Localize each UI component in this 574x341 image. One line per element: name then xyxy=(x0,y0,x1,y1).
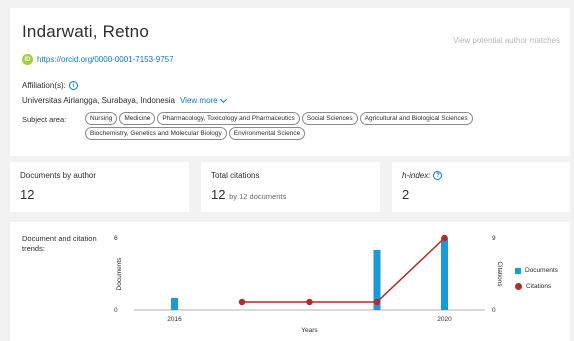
x-axis-label: Years xyxy=(301,327,318,334)
legend-item-citations[interactable]: Citations xyxy=(515,283,558,290)
citations-point xyxy=(238,298,246,306)
hindex-metric-card[interactable]: h-index: ? 2 xyxy=(392,162,570,212)
documents-bar xyxy=(171,298,178,310)
affiliation-row: Universitas Airlangga, Surabaya, Indones… xyxy=(22,95,227,105)
help-icon[interactable]: ? xyxy=(433,171,443,180)
affiliation-value: Universitas Airlangga, Surabaya, Indones… xyxy=(22,96,175,105)
author-header-card: Indarwati, Retno View potential author m… xyxy=(10,8,570,156)
citations-metric-label: Total citations xyxy=(211,171,260,180)
hindex-metric-value: 2 xyxy=(402,187,410,202)
subject-pill[interactable]: Medicine xyxy=(119,112,156,125)
citations-metric-sub: by 12 documents xyxy=(229,192,287,201)
documents-metric-label: Documents by author xyxy=(20,171,97,180)
orcid-row: iD https://orcid.org/0000-0001-7153-9757 xyxy=(22,54,174,65)
subject-pill[interactable]: Agricultural and Biological Sciences xyxy=(359,112,473,125)
y-tick-label: 6 xyxy=(114,235,118,242)
citations-point xyxy=(441,234,448,242)
citations-metric-value-row: 12 by 12 documents xyxy=(211,187,286,202)
subject-pill[interactable]: Pharmacology, Toxicology and Pharmaceuti… xyxy=(157,112,300,125)
legend-label-citations: Citations xyxy=(526,283,552,290)
x-tick-label: 2016 xyxy=(167,316,182,323)
affiliation-label-row: Affiliation(s): i xyxy=(22,81,78,90)
subject-pill[interactable]: Nursing xyxy=(85,112,118,125)
orcid-icon: iD xyxy=(22,54,33,65)
x-tick-label: 2020 xyxy=(437,316,452,323)
view-potential-matches-link[interactable]: View potential author matches xyxy=(453,36,560,45)
view-more-link[interactable]: View more xyxy=(179,95,227,105)
chart-legend: Documents Citations xyxy=(515,267,558,299)
author-name: Indarwati, Retno xyxy=(22,22,149,41)
orcid-link[interactable]: https://orcid.org/0000-0001-7153-9757 xyxy=(37,55,174,64)
citations-metric-value: 12 xyxy=(211,187,226,202)
citations-point xyxy=(373,298,381,306)
documents-metric-value: 12 xyxy=(20,187,35,202)
y2-axis-label: Citations xyxy=(496,261,503,287)
subject-pill[interactable]: Social Sciences xyxy=(301,112,358,125)
trend-chart: 6 0 9 0 Documents Citations Years 2016 2020 xyxy=(114,234,503,334)
hindex-label: h-index: xyxy=(402,171,431,180)
subject-pill[interactable]: Biochemistry, Genetics and Molecular Bio… xyxy=(85,127,227,140)
y-tick-label: 0 xyxy=(114,307,118,314)
y-axis-label: Documents xyxy=(116,257,123,291)
hindex-label-row: h-index: ? xyxy=(402,171,443,180)
trend-card: Document and citation trends: 6 0 9 0 Docume… xyxy=(10,222,570,341)
citations-metric-card[interactable]: Total citations 12 by 12 documents xyxy=(201,162,380,212)
citations-line xyxy=(242,237,446,303)
chevron-down-icon xyxy=(219,95,227,103)
legend-swatch-citations xyxy=(515,283,522,290)
documents-metric-card[interactable]: Documents by author 12 xyxy=(10,162,189,212)
subject-area-pills: Nursing Medicine Pharmacology, Toxicolog… xyxy=(85,112,565,140)
legend-label-documents: Documents xyxy=(525,267,558,274)
legend-item-documents[interactable]: Documents xyxy=(515,267,558,274)
legend-swatch-documents xyxy=(515,267,521,274)
subject-pill[interactable]: Environmental Science xyxy=(228,127,306,140)
view-more-label: View more xyxy=(179,96,218,105)
affiliation-label: Affiliation(s): xyxy=(22,81,66,90)
info-icon[interactable]: i xyxy=(68,81,78,90)
y2-tick-label: 0 xyxy=(492,307,496,314)
y2-tick-label: 9 xyxy=(492,235,496,242)
documents-bar xyxy=(441,238,448,310)
citations-point xyxy=(306,298,313,306)
subject-area-label: Subject area: xyxy=(22,115,67,124)
